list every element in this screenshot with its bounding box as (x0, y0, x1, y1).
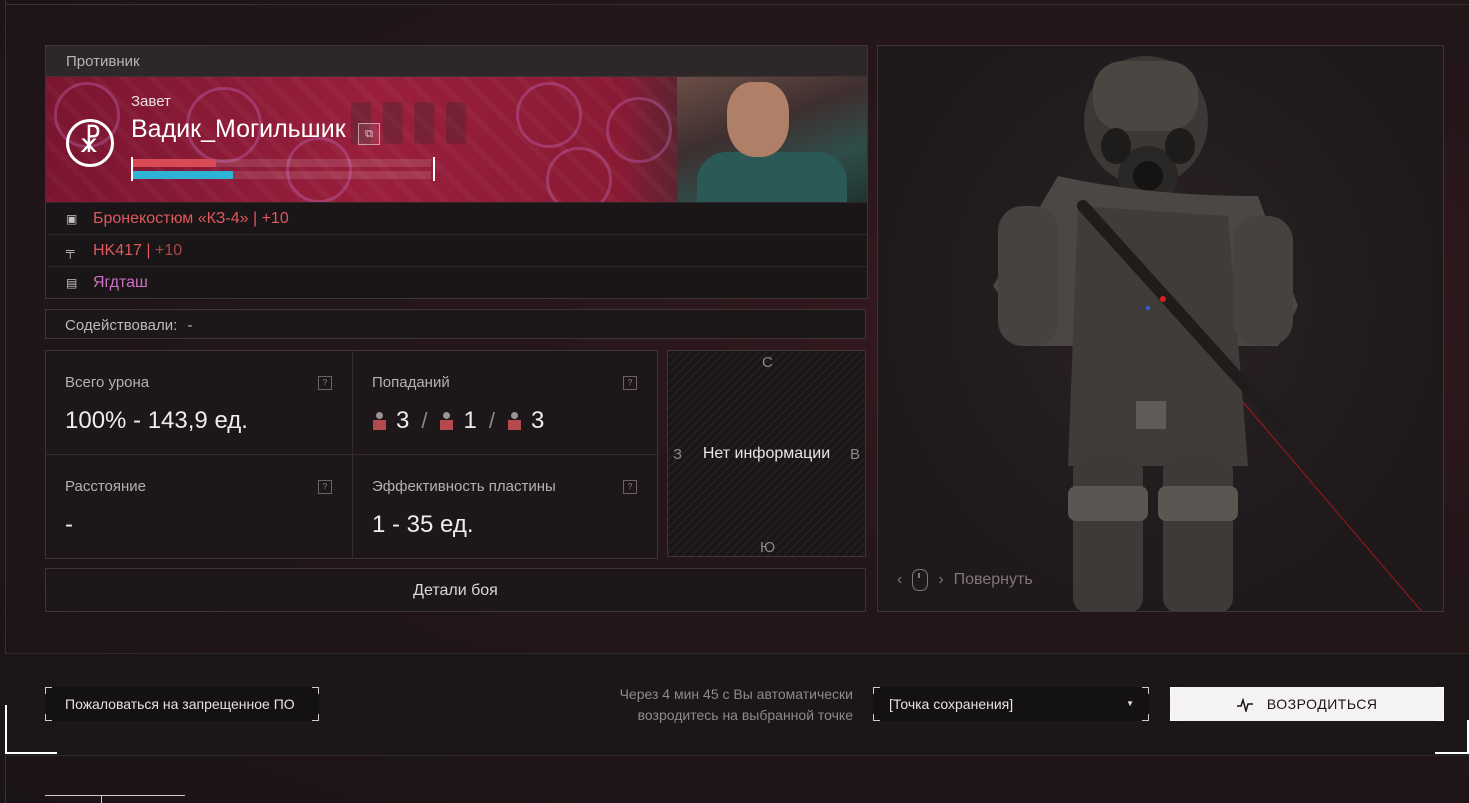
compass-no-info: Нет информации (702, 445, 831, 462)
hits-separator: / (421, 408, 428, 433)
copy-name-icon[interactable]: ⧉ (358, 123, 380, 145)
armor-bar (133, 171, 431, 179)
equipment-weapon: ╤ HK417 | +10 (46, 234, 867, 266)
banner-pattern-icon (516, 82, 582, 148)
help-icon[interactable]: ? (318, 480, 332, 494)
arrow-right-icon: › (938, 571, 944, 588)
corner-decor (312, 687, 319, 694)
enemy-player-name: Вадик_Могильшик (131, 115, 346, 143)
assist-row: Содействовали: - (45, 309, 866, 339)
equipment-armor-name: Бронекостюм «КЗ-4» (93, 209, 249, 227)
corner-decor (873, 714, 880, 721)
corner-decor (1437, 687, 1444, 694)
torso-hit-icon (439, 412, 454, 430)
rotate-hint-label: Повернуть (953, 571, 1033, 588)
armor-bar-fill (133, 171, 233, 179)
equipment-weapon-sep: | (141, 241, 155, 259)
faction-logo-icon: ☧ (66, 119, 114, 167)
stat-value: - (65, 511, 73, 538)
corner-decor (312, 714, 319, 721)
mouse-icon (912, 569, 929, 591)
right-accent-decor (1435, 720, 1469, 754)
compass-north: С (762, 354, 773, 371)
report-cheat-label: Пожаловаться на запрещенное ПО (65, 696, 295, 712)
corner-decor (873, 687, 880, 694)
hits-breakdown: 3 / 1 / 3 (372, 407, 544, 435)
corner-decor (1170, 687, 1177, 694)
backpack-icon: ▤ (66, 275, 78, 290)
auto-respawn-note: Через 4 мин 45 с Вы автоматически возрод… (560, 684, 853, 726)
help-icon[interactable]: ? (623, 376, 637, 390)
help-icon[interactable]: ? (623, 480, 637, 494)
corner-decor (1170, 714, 1177, 721)
enemy-card: Противник ▮▮▮▮ ☧ Завет Вадик_Могильшик ⧉ (45, 45, 868, 299)
auto-respawn-line2: возродитесь на выбранной точке (637, 707, 853, 723)
enemy-portrait (677, 77, 867, 202)
rifle-icon: ╤ (66, 243, 75, 258)
rotate-hint: ‹ › Повернуть (897, 569, 1033, 591)
assist-value: - (187, 317, 193, 334)
stat-label: Эффективность пластины (372, 478, 556, 495)
stat-label: Расстояние (65, 478, 147, 495)
banner-pattern-icon (606, 97, 672, 163)
portrait-collar (697, 152, 847, 202)
stat-label: Всего урона (65, 374, 150, 391)
faction-name: Завет (131, 93, 171, 110)
stat-hits: Попаданий ? 3 / 1 / 3 (353, 351, 657, 455)
stat-value: 100% - 143,9 ед. (65, 407, 248, 434)
stat-distance: Расстояние ? - (46, 455, 353, 558)
enemy-banner: ▮▮▮▮ ☧ Завет Вадик_Могильшик ⧉ (46, 77, 867, 202)
chevron-down-icon: ▼ (1126, 699, 1134, 708)
stat-value: 1 - 35 ед. (372, 511, 474, 538)
banner-pattern-icon (546, 147, 612, 202)
torso-hits: 1 (463, 407, 477, 434)
death-screen: Противник ▮▮▮▮ ☧ Завет Вадик_Могильшик ⧉ (0, 0, 1469, 803)
arrow-left-icon: ‹ (897, 571, 903, 588)
health-bar-fill (133, 159, 217, 167)
respawn-button[interactable]: ВОЗРОДИТЬСЯ (1170, 687, 1444, 721)
hits-separator: / (488, 408, 495, 433)
stat-total-damage: Всего урона ? 100% - 143,9 ед. (46, 351, 353, 455)
top-divider (6, 0, 1469, 5)
assist-label: Содействовали: (65, 317, 178, 334)
equipment-armor: ▣ Бронекостюм «КЗ-4» | +10 (46, 202, 867, 234)
corner-decor (1437, 714, 1444, 721)
soldier-model-icon (993, 56, 1422, 611)
stat-label: Попаданий (372, 374, 450, 391)
enemy-status-bars (131, 157, 435, 181)
corner-decor (1142, 714, 1149, 721)
equipment-armor-upgrade: +10 (261, 209, 289, 227)
bottom-fragment (45, 795, 185, 803)
equipment-weapon-upgrade: +10 (154, 241, 183, 259)
respawn-label: ВОЗРОДИТЬСЯ (1266, 696, 1378, 712)
legs-hits: 3 (530, 407, 545, 434)
corner-decor (45, 687, 52, 694)
equipment-backpack: ▤ Ягдташ (46, 266, 867, 298)
stat-plate-efficiency: Эффективность пластины ? 1 - 35 ед. (353, 455, 657, 558)
health-bar (133, 159, 431, 167)
equipment-weapon-name: HK417 (93, 241, 142, 259)
battle-details-button[interactable]: Детали боя (45, 568, 866, 612)
help-icon[interactable]: ? (318, 376, 332, 390)
pulse-icon (1236, 698, 1253, 713)
equipment-backpack-name: Ягдташ (93, 273, 148, 291)
equipment-armor-sep: | (248, 209, 262, 227)
corner-decor (45, 714, 52, 721)
hit-direction-compass: С Ю З В Нет информации (667, 350, 866, 557)
head-hits: 3 (396, 407, 410, 434)
enemy-header: Противник (46, 46, 867, 77)
legs-hit-icon (507, 412, 521, 430)
portrait-face (727, 82, 789, 157)
spawn-point-value: [Точка сохранения] (889, 696, 1014, 712)
auto-respawn-line1: Через 4 мин 45 с Вы автоматически (619, 686, 853, 702)
head-hit-icon (372, 412, 386, 430)
combat-stats: Всего урона ? 100% - 143,9 ед. Попаданий… (45, 350, 658, 559)
armor-icon: ▣ (66, 211, 78, 226)
compass-south: Ю (760, 539, 776, 556)
report-cheat-button[interactable]: Пожаловаться на запрещенное ПО (45, 687, 319, 721)
corner-decor (1142, 687, 1149, 694)
spawn-point-select[interactable]: [Точка сохранения] ▼ (873, 687, 1149, 721)
enemy-model-viewer[interactable]: ‹ › Повернуть (877, 45, 1444, 612)
